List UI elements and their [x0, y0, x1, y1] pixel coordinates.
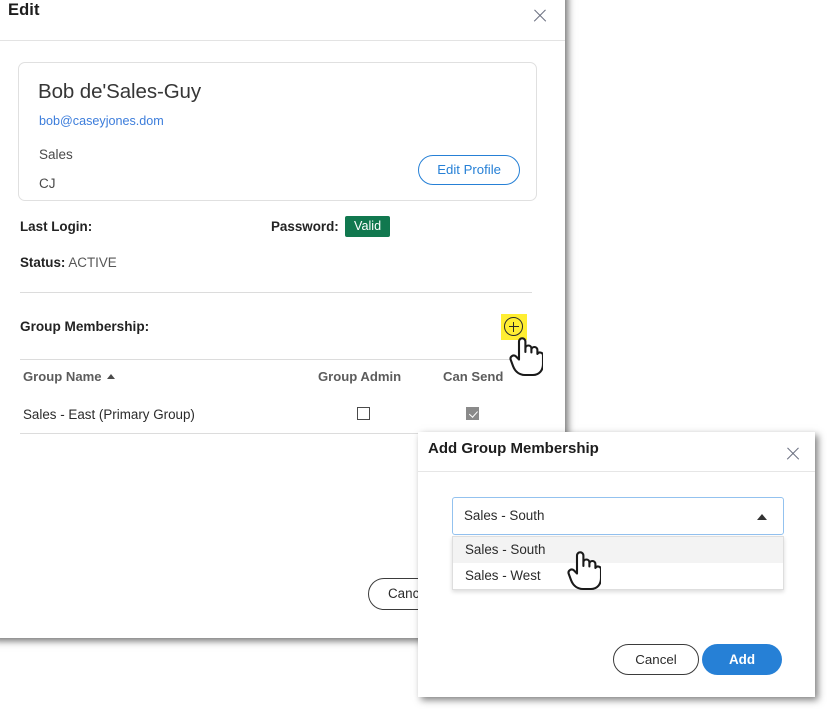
last-login-label: Last Login:	[20, 219, 92, 234]
chevron-up-icon	[757, 514, 767, 520]
add-group-membership-button[interactable]	[501, 314, 527, 340]
group-select[interactable]: Sales - South	[452, 497, 784, 535]
column-header-group-name[interactable]: Group Name	[23, 369, 115, 384]
password-label: Password:	[271, 219, 339, 234]
group-select-options-list: Sales - South Sales - West	[452, 536, 784, 590]
column-header-group-admin[interactable]: Group Admin	[318, 369, 401, 384]
group-select-value: Sales - South	[464, 508, 544, 523]
select-option-sales-west[interactable]: Sales - West	[453, 563, 783, 589]
group-membership-label: Group Membership:	[20, 319, 149, 334]
profile-card: Bob de'Sales-Guy bob@caseyjones.dom Sale…	[18, 62, 537, 201]
add-group-membership-dialog: Add Group Membership Sales - South Sales…	[418, 432, 815, 697]
add-dialog-title: Add Group Membership	[428, 440, 599, 457]
status-badge: Valid	[345, 216, 390, 237]
edit-dialog-header: Edit	[0, 0, 565, 41]
page-title: Edit	[8, 1, 40, 20]
sort-ascending-icon	[107, 374, 115, 379]
status-value: ACTIVE	[68, 255, 116, 270]
plus-circle-icon	[504, 317, 523, 336]
add-dialog-cancel-button[interactable]: Cancel	[613, 644, 699, 675]
table-row: Sales - East (Primary Group)	[23, 407, 195, 422]
group-admin-checkbox[interactable]	[357, 407, 370, 420]
divider	[20, 292, 532, 293]
select-option-sales-south[interactable]: Sales - South	[453, 537, 783, 563]
profile-name: Bob de'Sales-Guy	[38, 80, 201, 104]
add-dialog-header: Add Group Membership	[418, 432, 815, 472]
can-send-checkbox[interactable]	[466, 407, 479, 420]
status-label: Status:	[20, 255, 65, 270]
profile-department: Sales	[39, 147, 73, 162]
column-header-group-name-label: Group Name	[23, 369, 102, 384]
close-icon[interactable]	[529, 5, 551, 27]
column-header-can-send[interactable]: Can Send	[443, 369, 503, 384]
profile-email-link[interactable]: bob@caseyjones.dom	[39, 114, 164, 128]
edit-profile-button[interactable]: Edit Profile	[418, 155, 520, 185]
profile-initials: CJ	[39, 176, 56, 191]
close-icon[interactable]	[782, 443, 804, 465]
divider	[20, 359, 532, 360]
status-row: Status: ACTIVE	[20, 255, 117, 270]
add-dialog-add-button[interactable]: Add	[702, 644, 782, 675]
